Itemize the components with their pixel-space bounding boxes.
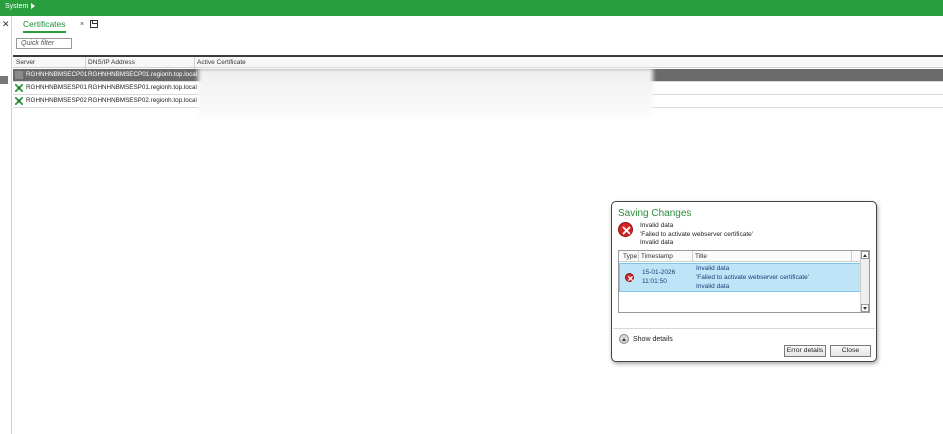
error-details-button[interactable]: Error details xyxy=(784,345,826,357)
error-message-line: Invalid data xyxy=(640,239,674,246)
column-divider[interactable] xyxy=(194,57,195,69)
column-header-dns[interactable]: DNS/IP Address xyxy=(88,59,135,66)
column-header-active-certificate[interactable]: Active Certificate xyxy=(197,59,246,66)
column-divider[interactable] xyxy=(851,251,852,262)
title-line: 'Failed to activate webserver certificat… xyxy=(696,274,810,281)
chevron-up-icon xyxy=(619,334,629,344)
column-header-timestamp[interactable]: Timestamp xyxy=(641,253,673,260)
server-dim-icon xyxy=(15,71,23,79)
dns-address: RGHNHNBMSESP01.regionh.top.local xyxy=(88,84,197,91)
column-divider[interactable] xyxy=(692,251,693,262)
tab-close-icon[interactable]: × xyxy=(80,21,84,28)
caret-right-icon xyxy=(31,3,36,10)
title-line: Invalid data xyxy=(696,283,730,290)
table-header: Server DNS/IP Address Active Certificate xyxy=(13,55,943,69)
quick-filter-input[interactable]: Quick filter xyxy=(16,38,72,49)
saving-changes-dialog: Saving Changes Invalid data 'Failed to a… xyxy=(611,201,877,362)
error-message-line: 'Failed to activate webserver certificat… xyxy=(640,230,754,238)
server-cross-icon xyxy=(15,84,23,92)
column-divider[interactable] xyxy=(85,57,86,69)
grid-row[interactable]: 15-01-2026 11:01:50 Invalid data 'Failed… xyxy=(619,263,861,292)
show-details-label: Show details xyxy=(633,336,673,343)
panel-marker xyxy=(0,76,8,84)
timestamp-date: 15-01-2026 xyxy=(642,269,676,276)
left-panel-strip: ✕ xyxy=(0,16,12,434)
grid-scrollbar[interactable] xyxy=(860,251,869,312)
arrow-down-icon xyxy=(863,307,867,310)
server-name: RGHNHNBMSESP02 xyxy=(26,97,87,104)
top-menu-bar: System xyxy=(0,0,943,16)
scroll-down-button[interactable] xyxy=(861,304,869,312)
arrow-up-icon xyxy=(863,254,867,257)
system-menu-label: System xyxy=(5,3,29,10)
errors-grid: Type Timestamp Title 15-01-2026 11:01:50… xyxy=(618,250,870,313)
close-panel-icon[interactable]: ✕ xyxy=(2,19,10,30)
title-line: Invalid data xyxy=(696,265,730,272)
server-cross-icon xyxy=(15,97,23,105)
column-header-title[interactable]: Title xyxy=(695,253,707,260)
column-divider[interactable] xyxy=(638,251,639,262)
close-button[interactable]: Close xyxy=(830,345,871,357)
save-icon[interactable] xyxy=(90,20,98,28)
error-message-line: Invalid data xyxy=(640,222,674,229)
scroll-up-button[interactable] xyxy=(861,251,869,259)
dns-address: RGHNHNBMSECP01.regionh.top.local xyxy=(88,71,198,78)
dialog-divider xyxy=(613,328,875,329)
system-menu[interactable]: System xyxy=(5,3,36,10)
timestamp-time: 11:01:50 xyxy=(642,278,667,285)
column-header-server[interactable]: Server xyxy=(16,59,35,66)
grid-header: Type Timestamp Title xyxy=(619,251,861,262)
dns-address: RGHNHNBMSESP02.regionh.top.local xyxy=(88,97,197,104)
server-name: RGHNHNBMSECP01 xyxy=(26,71,88,78)
tab-certificates[interactable]: Certificates xyxy=(23,19,66,33)
column-header-type[interactable]: Type xyxy=(623,253,637,260)
error-icon xyxy=(618,222,633,237)
dialog-title: Saving Changes xyxy=(618,208,692,219)
server-name: RGHNHNBMSESP01 xyxy=(26,84,87,91)
redacted-area xyxy=(198,68,653,116)
error-icon xyxy=(625,273,634,282)
